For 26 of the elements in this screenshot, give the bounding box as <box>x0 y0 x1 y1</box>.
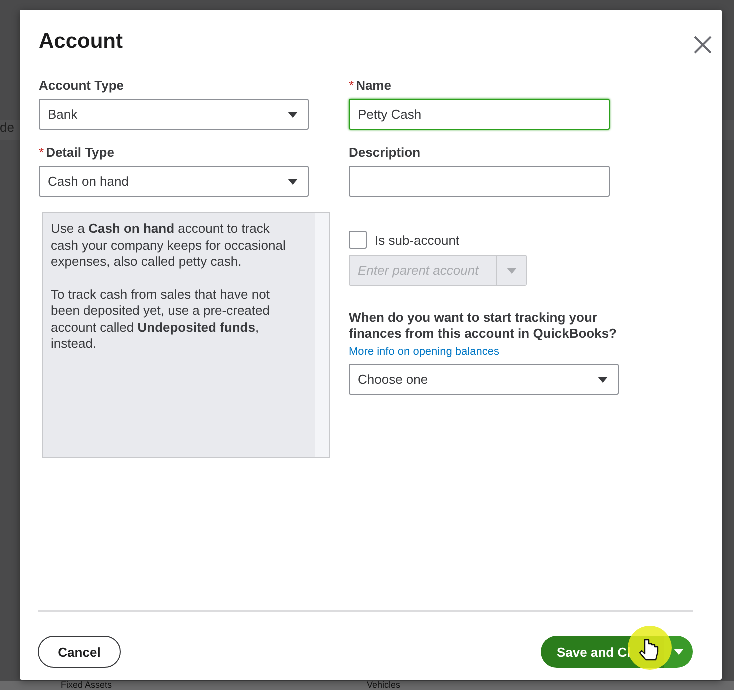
dialog-title: Account <box>39 30 123 54</box>
field-label: Account Type <box>39 78 125 94</box>
field-label: Description <box>349 145 422 161</box>
name-field[interactable]: Petty Cash <box>349 99 610 130</box>
account-type-dropdown[interactable]: Bank <box>39 99 309 130</box>
caret-icon <box>674 649 684 655</box>
close-icon[interactable] <box>694 36 712 54</box>
detail-type-dropdown[interactable]: Cash on hand <box>39 166 309 197</box>
background-text: Fixed Assets <box>61 681 114 690</box>
field-label: *Detail Type <box>39 145 116 161</box>
caret-icon <box>598 376 608 382</box>
field-label: *Name <box>349 78 392 94</box>
opening-balances-link[interactable]: More info on opening balances <box>349 346 500 358</box>
help-text: Use a Cash on hand account to track cash your company keeps for occasional expenses, also called petty cash. <box>51 221 287 270</box>
sub-account-checkbox[interactable] <box>349 231 367 249</box>
cursor-highlight-icon <box>628 626 672 670</box>
caret-icon <box>288 112 298 118</box>
start-tracking-dropdown[interactable]: Choose one <box>349 364 619 395</box>
caret-icon <box>506 268 516 274</box>
background-text: Vehicles <box>367 681 401 690</box>
tracking-question: When do you want to start tracking your finances from this account in QuickBooks? <box>349 310 618 342</box>
help-text: To track cash from sales that have not been deposited yet, use a pre-created account called Undeposited funds, instead. <box>51 286 271 352</box>
cancel-button[interactable]: Cancel <box>38 636 121 668</box>
checkbox-label: Is sub-account <box>375 232 460 248</box>
description-field[interactable] <box>349 166 610 197</box>
caret-icon <box>288 178 298 184</box>
